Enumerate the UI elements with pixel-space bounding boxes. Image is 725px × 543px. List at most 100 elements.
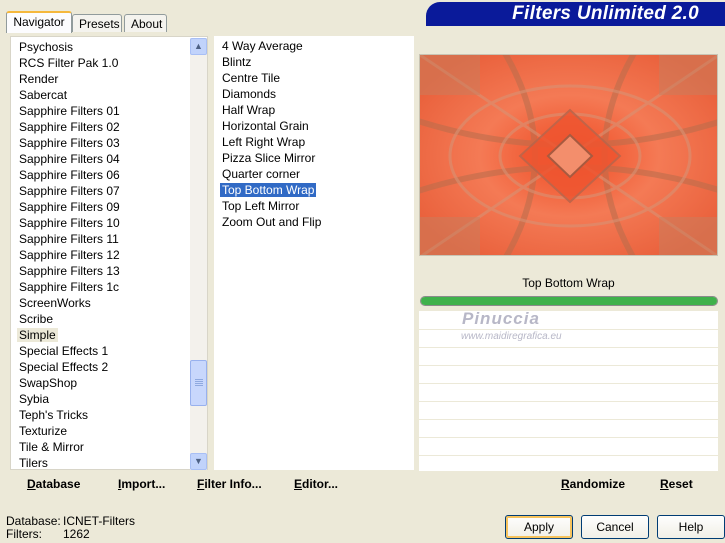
- filter-item[interactable]: Centre Tile: [214, 70, 321, 86]
- filter-item[interactable]: Quarter corner: [214, 166, 321, 182]
- filter-item[interactable]: Pizza Slice Mirror: [214, 150, 321, 166]
- category-item-label: Scribe: [19, 312, 54, 326]
- tab-about[interactable]: About: [124, 14, 167, 32]
- category-item-label: RCS Filter Pak 1.0: [19, 56, 119, 70]
- category-item[interactable]: Sapphire Filters 09: [11, 199, 120, 215]
- category-item[interactable]: Sapphire Filters 1c: [11, 279, 120, 295]
- apply-button[interactable]: Apply: [505, 515, 573, 539]
- category-item[interactable]: SwapShop: [11, 375, 120, 391]
- scroll-grip-icon: [195, 379, 203, 387]
- category-item[interactable]: Sapphire Filters 02: [11, 119, 120, 135]
- tab-navigator[interactable]: Navigator: [6, 11, 72, 33]
- category-item-label: Sapphire Filters 1c: [19, 280, 120, 294]
- reset-button[interactable]: Reset: [660, 477, 693, 491]
- category-item-label: Sapphire Filters 04: [19, 152, 120, 166]
- category-scrollbar[interactable]: ▲ ▼: [190, 38, 207, 470]
- brand-banner: Filters Unlimited 2.0: [426, 2, 725, 26]
- category-item[interactable]: Psychosis: [11, 39, 120, 55]
- category-item[interactable]: Special Effects 1: [11, 343, 120, 359]
- category-item[interactable]: Sapphire Filters 13: [11, 263, 120, 279]
- watermark-name: Pinuccia: [462, 309, 540, 328]
- scroll-up-button[interactable]: ▲: [190, 38, 207, 55]
- editor-button[interactable]: Editor...: [294, 477, 338, 491]
- filter-item[interactable]: Top Bottom Wrap: [214, 182, 321, 198]
- category-item-label: Special Effects 2: [19, 360, 109, 374]
- category-item-label: Render: [19, 72, 59, 86]
- filter-item[interactable]: Zoom Out and Flip: [214, 214, 321, 230]
- category-item-label: Texturize: [19, 424, 68, 438]
- category-item[interactable]: Scribe: [11, 311, 120, 327]
- category-item[interactable]: Sybia: [11, 391, 120, 407]
- category-item-label: Psychosis: [19, 40, 74, 54]
- category-item[interactable]: Sapphire Filters 03: [11, 135, 120, 151]
- category-item-label: Sapphire Filters 07: [19, 184, 120, 198]
- filter-item-label: Half Wrap: [222, 103, 276, 117]
- category-item-label: Sapphire Filters 13: [19, 264, 120, 278]
- category-item-label: Sybia: [19, 392, 50, 406]
- preview-image: [419, 54, 718, 256]
- filter-list[interactable]: 4 Way Average Blintz Centre Tile Diamonds Ha…: [214, 38, 321, 230]
- scroll-thumb[interactable]: [190, 360, 207, 406]
- category-item[interactable]: Sabercat: [11, 87, 120, 103]
- category-item-label: Special Effects 1: [19, 344, 109, 358]
- category-item-label: Sapphire Filters 12: [19, 248, 120, 262]
- category-item[interactable]: Render: [11, 71, 120, 87]
- category-item-label: Teph's Tricks: [19, 408, 88, 422]
- category-item[interactable]: Sapphire Filters 10: [11, 215, 120, 231]
- category-item-label: Simple: [17, 328, 58, 342]
- category-item-label: Sapphire Filters 11: [19, 232, 119, 246]
- category-item[interactable]: ScreenWorks: [11, 295, 120, 311]
- category-item-label: SwapShop: [19, 376, 78, 390]
- filter-info-button[interactable]: Filter Info...: [197, 477, 262, 491]
- watermark-url: www.maidiregrafica.eu: [461, 331, 562, 342]
- filter-item[interactable]: Blintz: [214, 54, 321, 70]
- filter-item-label: Zoom Out and Flip: [222, 215, 322, 229]
- import-button[interactable]: Import...: [118, 477, 165, 491]
- category-item[interactable]: Special Effects 2: [11, 359, 120, 375]
- filter-item-label: Top Left Mirror: [222, 199, 300, 213]
- database-button[interactable]: Database: [27, 477, 80, 491]
- filter-item[interactable]: Half Wrap: [214, 102, 321, 118]
- category-item[interactable]: Tilers: [11, 455, 120, 471]
- database-label: Database:: [6, 514, 61, 528]
- filter-item[interactable]: Diamonds: [214, 86, 321, 102]
- filter-item-label: Pizza Slice Mirror: [222, 151, 316, 165]
- category-item-label: Sabercat: [19, 88, 68, 102]
- category-item[interactable]: Texturize: [11, 423, 120, 439]
- filter-item[interactable]: 4 Way Average: [214, 38, 321, 54]
- category-list[interactable]: Psychosis RCS Filter Pak 1.0 Render Saberca…: [11, 39, 120, 471]
- filter-item[interactable]: Left Right Wrap: [214, 134, 321, 150]
- randomize-button[interactable]: Randomize: [561, 477, 625, 491]
- category-item-label: Sapphire Filters 01: [19, 104, 120, 118]
- category-item-label: ScreenWorks: [19, 296, 91, 310]
- filter-item-label: Quarter corner: [222, 167, 301, 181]
- category-item[interactable]: Sapphire Filters 07: [11, 183, 120, 199]
- filter-list-panel: 4 Way Average Blintz Centre Tile Diamonds Ha…: [214, 36, 414, 470]
- category-item-label: Sapphire Filters 09: [19, 200, 120, 214]
- filter-item[interactable]: Horizontal Grain: [214, 118, 321, 134]
- category-item[interactable]: Tile & Mirror: [11, 439, 120, 455]
- category-item-label: Tile & Mirror: [19, 440, 84, 454]
- cancel-button[interactable]: Cancel: [581, 515, 649, 539]
- category-item[interactable]: Simple: [11, 327, 120, 343]
- category-item-label: Sapphire Filters 10: [19, 216, 120, 230]
- help-button[interactable]: Help: [657, 515, 725, 539]
- filters-count-label: Filters:: [6, 527, 42, 541]
- category-item[interactable]: Teph's Tricks: [11, 407, 120, 423]
- progress-bar: [420, 296, 718, 306]
- category-item-label: Sapphire Filters 03: [19, 136, 120, 150]
- category-item[interactable]: RCS Filter Pak 1.0: [11, 55, 120, 71]
- filter-item-label: 4 Way Average: [222, 39, 303, 53]
- filter-item[interactable]: Top Left Mirror: [214, 198, 321, 214]
- scroll-down-button[interactable]: ▼: [190, 453, 207, 470]
- category-list-panel: Psychosis RCS Filter Pak 1.0 Render Saberca…: [10, 36, 208, 470]
- category-item[interactable]: Sapphire Filters 04: [11, 151, 120, 167]
- category-item[interactable]: Sapphire Filters 06: [11, 167, 120, 183]
- category-item[interactable]: Sapphire Filters 12: [11, 247, 120, 263]
- tab-presets[interactable]: Presets: [72, 14, 122, 32]
- category-item-label: Tilers: [19, 456, 48, 470]
- filters-count-value: 1262: [63, 527, 90, 541]
- category-item[interactable]: Sapphire Filters 01: [11, 103, 120, 119]
- database-value: ICNET-Filters: [63, 514, 135, 528]
- category-item[interactable]: Sapphire Filters 11: [11, 231, 120, 247]
